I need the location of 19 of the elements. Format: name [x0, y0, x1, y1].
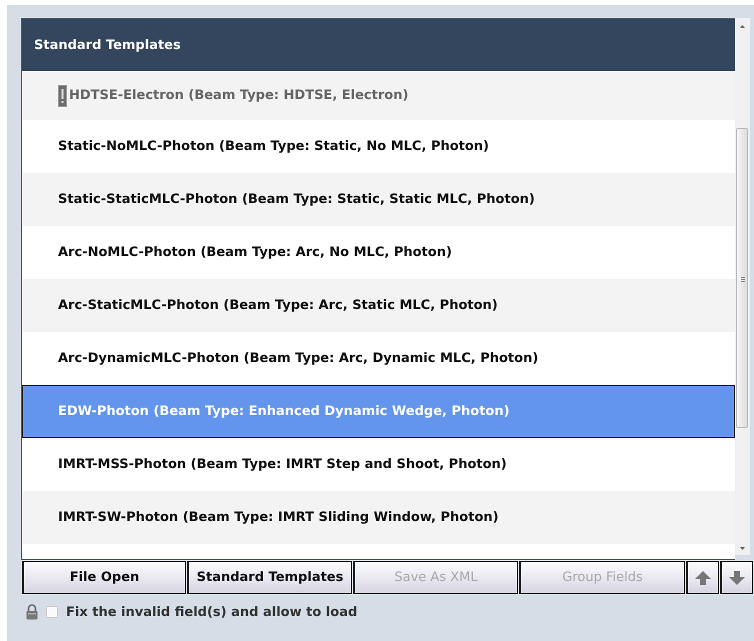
- lock-icon: [26, 604, 38, 620]
- move-up-button[interactable]: [686, 561, 719, 594]
- up-arrow-icon: [694, 570, 712, 586]
- checkbox-label: Fix the invalid field(s) and allow to load: [66, 604, 358, 620]
- checkbox[interactable]: [46, 606, 58, 618]
- template-row[interactable]: Static-StaticMLC-Photon (Beam Type: Static, Static MLC, Photon): [22, 173, 736, 226]
- scroll-down-icon[interactable]: [740, 547, 746, 550]
- scroll-thumb[interactable]: [736, 128, 748, 428]
- scroll-up-icon[interactable]: [740, 25, 746, 28]
- panel-title: Standard Templates: [34, 38, 181, 52]
- down-arrow-icon: [728, 570, 746, 586]
- grip-icon: [741, 277, 746, 282]
- toolbar-button[interactable]: File Open: [22, 561, 186, 594]
- scrollbar[interactable]: [735, 18, 750, 555]
- template-row[interactable]: HDTSE-Electron (Beam Type: HDTSE, Electron): [22, 71, 736, 120]
- template-row[interactable]: IMRT-SW-Photon (Beam Type: IMRT Sliding Window, Photon): [22, 491, 736, 544]
- move-down-button[interactable]: [720, 561, 753, 594]
- toolbar-button[interactable]: Standard Templates: [187, 561, 352, 594]
- template-row[interactable]: Arc-StaticMLC-Photon (Beam Type: Arc, Static MLC, Photon): [22, 279, 736, 332]
